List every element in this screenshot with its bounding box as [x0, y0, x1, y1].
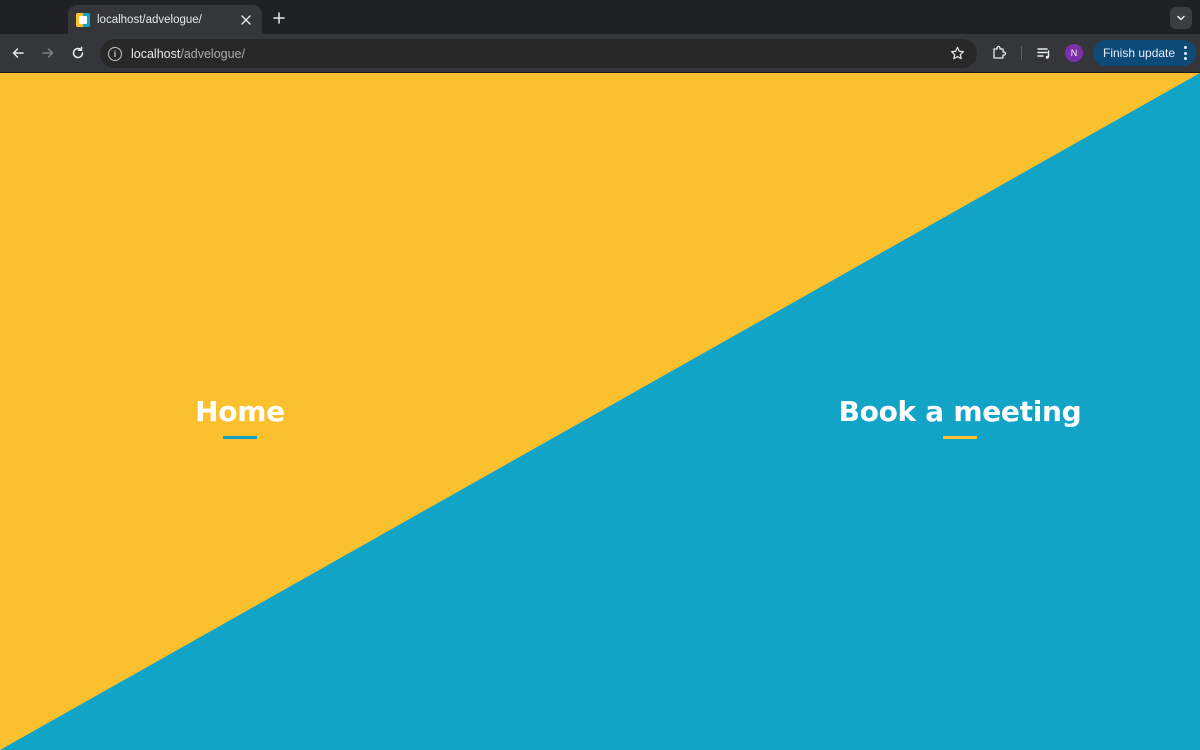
- info-icon[interactable]: i: [108, 46, 122, 61]
- home-link-label: Home: [195, 395, 285, 428]
- arrow-left-icon[interactable]: [7, 42, 29, 64]
- home-link[interactable]: Home: [160, 395, 320, 439]
- browser-toolbar: i localhost/advelogue/: [0, 34, 1200, 73]
- address-bar[interactable]: i localhost/advelogue/: [100, 39, 977, 68]
- close-icon[interactable]: [238, 12, 254, 28]
- url-path: /advelogue/: [180, 46, 245, 61]
- page-viewport: Home Book a meeting: [0, 73, 1200, 750]
- browser-tab[interactable]: localhost/advelogue/: [68, 5, 262, 34]
- media-queue-icon[interactable]: [1033, 42, 1055, 64]
- plus-icon[interactable]: [268, 7, 290, 29]
- address-url[interactable]: localhost/advelogue/: [131, 47, 245, 61]
- tab-strip: localhost/advelogue/: [0, 0, 1200, 34]
- book-meeting-underline: [943, 436, 977, 439]
- book-meeting-link[interactable]: Book a meeting: [830, 395, 1090, 439]
- url-host: localhost: [131, 46, 181, 61]
- puzzle-icon[interactable]: [988, 42, 1010, 64]
- book-meeting-link-label: Book a meeting: [838, 395, 1082, 428]
- tab-title: localhost/advelogue/: [97, 13, 202, 26]
- star-icon[interactable]: [949, 45, 965, 61]
- profile-avatar[interactable]: N: [1065, 44, 1083, 62]
- finish-update-label: Finish update: [1103, 46, 1176, 60]
- reload-icon[interactable]: [67, 42, 89, 64]
- kebab-menu-icon: [1183, 46, 1187, 60]
- arrow-right-icon[interactable]: [37, 42, 59, 64]
- toolbar-divider: [1021, 46, 1022, 60]
- advelogue-favicon-icon: [76, 12, 90, 27]
- finish-update-button[interactable]: Finish update: [1093, 40, 1196, 66]
- home-underline: [223, 436, 257, 439]
- chevron-down-icon[interactable]: [1170, 7, 1192, 29]
